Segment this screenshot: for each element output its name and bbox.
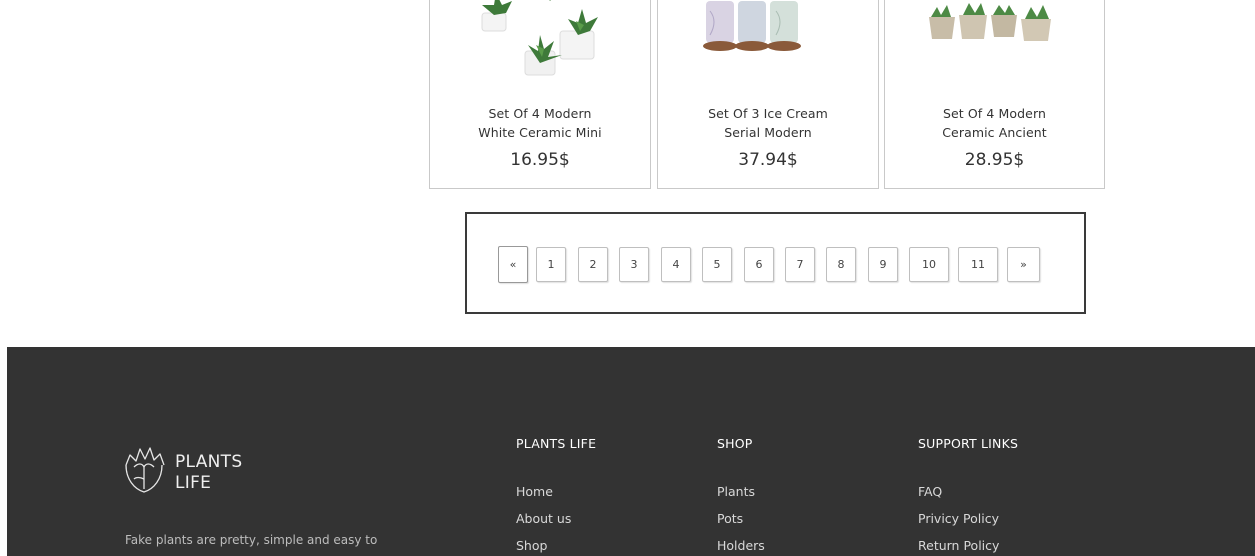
product-price: 16.95$ bbox=[510, 150, 570, 170]
product-price: 37.94$ bbox=[738, 150, 798, 170]
product-name[interactable]: Set Of 4 Modern Ceramic Ancient bbox=[893, 104, 1096, 142]
page: Set Of 4 Modern White Ceramic Mini 16.95… bbox=[0, 0, 1255, 556]
product-name-line2[interactable]: White Ceramic Mini bbox=[438, 123, 642, 142]
pagination-page-3[interactable]: 3 bbox=[619, 247, 649, 282]
product-card[interactable]: Set Of 4 Modern White Ceramic Mini 16.95… bbox=[429, 0, 651, 189]
pagination-prev-button[interactable]: « bbox=[498, 246, 528, 283]
product-name-line2[interactable]: Serial Modern bbox=[666, 123, 870, 142]
pagination-page-8[interactable]: 8 bbox=[826, 247, 856, 282]
footer-column-support-links: SUPPORT LINKS FAQ Privicy Policy Return … bbox=[918, 436, 1018, 556]
pagination-page-11[interactable]: 11 bbox=[958, 247, 998, 282]
product-name-line1[interactable]: Set Of 4 Modern bbox=[893, 104, 1096, 123]
product-image[interactable] bbox=[430, 0, 651, 81]
pagination-page-10[interactable]: 10 bbox=[909, 247, 949, 282]
footer-column-title: SUPPORT LINKS bbox=[918, 436, 1019, 451]
product-name-line1[interactable]: Set Of 3 Ice Cream bbox=[666, 104, 870, 123]
pagination-page-2[interactable]: 2 bbox=[578, 247, 608, 282]
footer-column-title: SHOP bbox=[717, 436, 753, 451]
footer-brand-line2: LIFE bbox=[175, 473, 212, 493]
footer-column-plants-life: PLANTS LIFE Home About us Shop bbox=[516, 436, 596, 556]
pagination-page-5[interactable]: 5 bbox=[702, 247, 732, 282]
product-image[interactable] bbox=[885, 0, 1105, 81]
product-card[interactable]: Set Of 3 Ice Cream Serial Modern 37.94$ bbox=[657, 0, 879, 189]
footer-logo[interactable]: PLANTS LIFE bbox=[122, 445, 257, 505]
pagination-next-button[interactable]: » bbox=[1007, 247, 1040, 282]
pagination-page-6[interactable]: 6 bbox=[744, 247, 774, 282]
footer-about-text: Fake plants are pretty, simple and easy … bbox=[125, 533, 378, 547]
footer-link-shop[interactable]: Shop bbox=[516, 539, 596, 556]
footer-column-shop: SHOP Plants Pots Holders bbox=[717, 436, 765, 556]
pagination-page-9[interactable]: 9 bbox=[868, 247, 898, 282]
footer-brand-name: PLANTS LIFE bbox=[175, 452, 242, 494]
pagination-page-4[interactable]: 4 bbox=[661, 247, 691, 282]
footer-column-title: PLANTS LIFE bbox=[516, 436, 597, 451]
product-name-line1[interactable]: Set Of 4 Modern bbox=[438, 104, 642, 123]
product-image[interactable] bbox=[658, 0, 879, 81]
footer-link-return-policy[interactable]: Return Policy bbox=[918, 539, 1018, 556]
product-name-line2[interactable]: Ceramic Ancient bbox=[893, 123, 1096, 142]
footer-link-faq[interactable]: FAQ bbox=[918, 485, 1018, 512]
product-card[interactable]: Set Of 4 Modern Ceramic Ancient 28.95$ bbox=[884, 0, 1105, 189]
footer-link-privacy-policy[interactable]: Privicy Policy bbox=[918, 512, 1018, 539]
footer-link-about-us[interactable]: About us bbox=[516, 512, 596, 539]
pagination: « 1 2 3 4 5 6 7 8 9 10 11 » bbox=[465, 212, 1086, 314]
plant-logo-icon bbox=[125, 447, 165, 493]
product-name[interactable]: Set Of 3 Ice Cream Serial Modern bbox=[666, 104, 870, 142]
footer-brand-line1: PLANTS bbox=[175, 452, 243, 472]
product-name[interactable]: Set Of 4 Modern White Ceramic Mini bbox=[438, 104, 642, 142]
product-price: 28.95$ bbox=[964, 150, 1025, 170]
footer-link-pots[interactable]: Pots bbox=[717, 512, 765, 539]
footer-link-home[interactable]: Home bbox=[516, 485, 596, 512]
pagination-page-1[interactable]: 1 bbox=[536, 247, 566, 282]
footer: PLANTS LIFE Fake plants are pretty, simp… bbox=[7, 347, 1255, 556]
footer-link-holders[interactable]: Holders bbox=[717, 539, 765, 556]
pagination-page-7[interactable]: 7 bbox=[785, 247, 815, 282]
footer-link-plants[interactable]: Plants bbox=[717, 485, 765, 512]
